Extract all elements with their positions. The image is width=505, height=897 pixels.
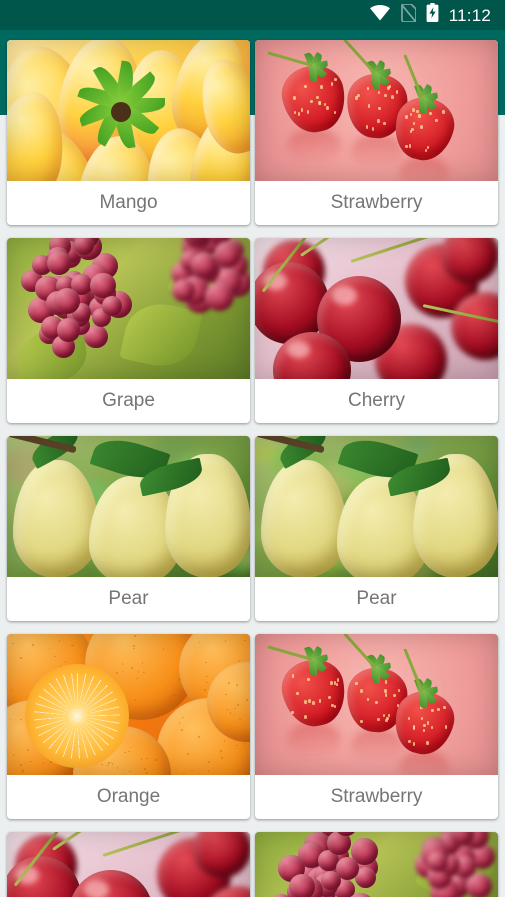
fruit-label: Pear [7,577,250,621]
cherry-image [255,238,498,379]
mango-image [7,40,250,181]
fruit-label: Orange [7,775,250,819]
status-bar: 11:12 [0,0,505,30]
cherry-image [7,832,250,897]
wifi-icon [369,5,391,26]
straw-image [255,634,498,775]
fruit-card-pear[interactable]: Pear [7,436,250,621]
status-bar-clock: 11:12 [449,7,491,24]
fruit-card-mango[interactable]: Mango [7,40,250,225]
battery-charging-icon [426,3,439,27]
fruit-label: Strawberry [255,775,498,819]
straw-image [255,40,498,181]
pear-image [255,436,498,577]
grape-image [255,832,498,897]
image-vignette [7,238,250,379]
image-vignette [255,634,498,775]
fruit-card-cherry[interactable]: Cherry [255,238,498,423]
fruit-card-orange[interactable]: Orange [7,634,250,819]
image-vignette [7,634,250,775]
orange-image [7,634,250,775]
fruit-grid[interactable]: Mango Strawberry Grape Cherry Pear Pear Orange… [0,34,505,897]
fruit-label: Cherry [255,379,498,423]
image-vignette [255,238,498,379]
fruit-card-grape[interactable]: Grape [7,238,250,423]
fruit-card-strawberry[interactable]: Strawberry [255,634,498,819]
image-vignette [7,832,250,897]
sim-off-icon [401,4,416,27]
pear-image [7,436,250,577]
image-vignette [7,436,250,577]
image-vignette [255,436,498,577]
fruit-label: Mango [7,181,250,225]
fruit-card-cherry[interactable] [7,832,250,897]
fruit-label: Strawberry [255,181,498,225]
image-vignette [255,40,498,181]
image-vignette [7,40,250,181]
image-vignette [255,832,498,897]
fruit-card-grape[interactable] [255,832,498,897]
fruit-label: Grape [7,379,250,423]
grape-image [7,238,250,379]
fruit-card-pear[interactable]: Pear [255,436,498,621]
fruit-card-strawberry[interactable]: Strawberry [255,40,498,225]
fruit-label: Pear [255,577,498,621]
app-root: 11:12 Mango Strawberry Grape Cherry Pear Pear… [0,0,505,897]
